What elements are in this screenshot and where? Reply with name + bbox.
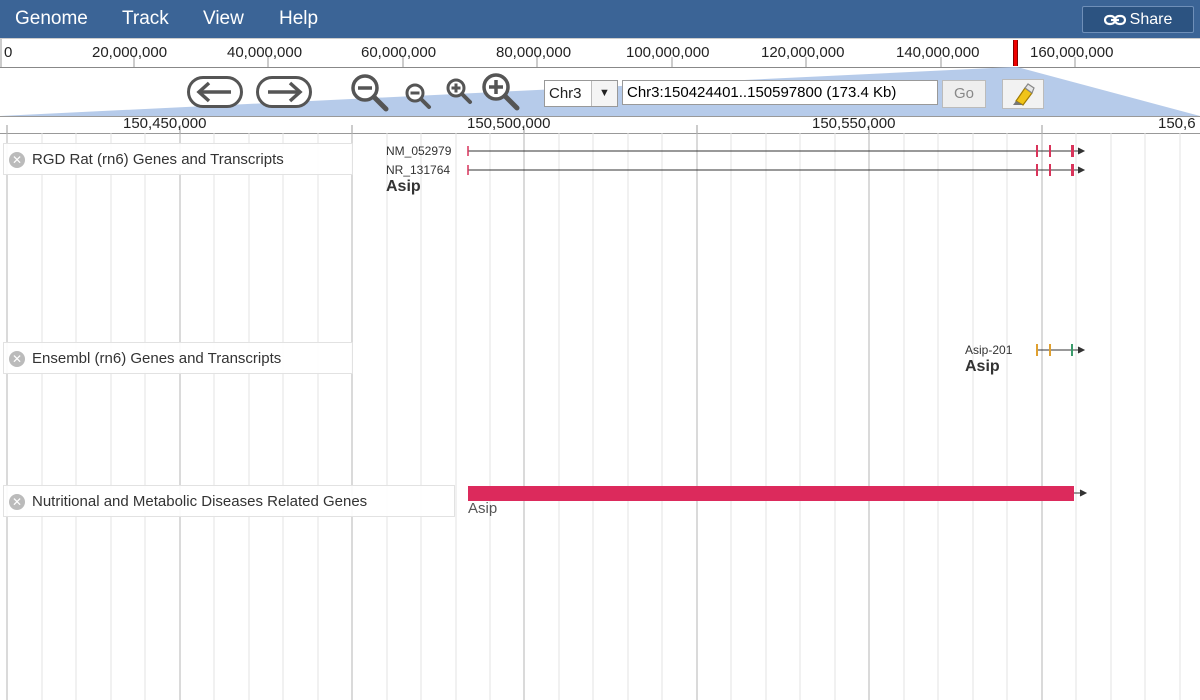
overview-tick-label: 0 [4, 44, 13, 61]
detail-tick-label: 150,550,000 [812, 115, 896, 132]
zoom-out-icon [405, 83, 431, 109]
transcript-label: NR_131764 [386, 163, 451, 177]
highlighter-icon [1013, 83, 1035, 106]
close-icon[interactable]: ✕ [9, 351, 25, 367]
chevron-down-icon: ▼ [591, 81, 617, 106]
pan-right-button[interactable] [256, 76, 312, 113]
track-label-disease[interactable]: ✕ Nutritional and Metabolic Diseases Rel… [3, 485, 455, 517]
detail-ruler: 150,450,000 150,500,000 150,550,000 150,… [0, 115, 1200, 134]
detail-tick-label: 150,450,000 [123, 115, 207, 132]
menu-genome[interactable]: Genome [15, 0, 88, 38]
overview-tick-label: 60,000,000 [361, 44, 437, 61]
transcript-nr-131764[interactable] [467, 164, 1086, 176]
transcript-label: NM_052979 [386, 144, 452, 158]
gene-label: Asip [386, 178, 421, 195]
highlight-button[interactable] [1002, 79, 1044, 109]
menu-view[interactable]: View [203, 0, 244, 38]
zoom-out-small-button[interactable] [403, 82, 433, 115]
share-label: Share [1129, 11, 1173, 28]
transcript-label: Asip-201 [965, 343, 1013, 357]
transcript-asip-201[interactable] [1036, 344, 1086, 356]
overview-tick-label: 160,000,000 [1030, 44, 1114, 61]
detail-tick-label: 150,500,000 [467, 115, 551, 132]
transcript-nm-052979[interactable] [467, 145, 1086, 157]
overview-tick-label: 80,000,000 [496, 44, 572, 61]
overview-tick-label: 40,000,000 [227, 44, 303, 61]
gene-label: Asip [965, 358, 1000, 375]
overview-ruler[interactable]: 0 20,000,000 40,000,000 60,000,000 80,00… [0, 38, 1200, 68]
grid-lines [6, 133, 1181, 700]
chromosome-value: Chr3 [549, 85, 582, 102]
overview-location-marker[interactable] [1013, 40, 1018, 66]
overview-tick-label: 20,000,000 [92, 44, 168, 61]
zoom-in-icon [482, 73, 520, 111]
location-input[interactable] [622, 80, 938, 105]
track-title: RGD Rat (rn6) Genes and Transcripts [32, 151, 284, 168]
detail-tick-label: 150,6 [1158, 115, 1196, 132]
arrow-left-icon [187, 76, 243, 108]
zoom-in-large-button[interactable] [480, 72, 522, 117]
pan-left-button[interactable] [187, 76, 243, 113]
zoom-in-icon [446, 78, 472, 104]
link-icon [1103, 14, 1126, 26]
chromosome-select[interactable]: Chr3 ▼ [544, 80, 618, 107]
menu-bar: Genome Track View Help Share [0, 0, 1200, 38]
overview-tick-label: 120,000,000 [761, 44, 845, 61]
track-title: Nutritional and Metabolic Diseases Relat… [32, 493, 368, 510]
track-area[interactable]: ✕ RGD Rat (rn6) Genes and Transcripts NM… [0, 133, 1200, 700]
feature-asip-disease[interactable] [468, 486, 1088, 501]
zoom-in-small-button[interactable] [444, 77, 474, 110]
menu-help[interactable]: Help [279, 0, 318, 38]
go-button[interactable]: Go [942, 80, 986, 108]
zoom-out-icon [351, 74, 389, 112]
overview-tick-label: 100,000,000 [626, 44, 710, 61]
close-icon[interactable]: ✕ [9, 152, 25, 168]
arrow-right-icon [256, 76, 312, 108]
zoom-out-large-button[interactable] [349, 73, 391, 118]
share-button[interactable]: Share [1082, 6, 1194, 33]
track-label-ensembl[interactable]: ✕ Ensembl (rn6) Genes and Transcripts [3, 342, 353, 374]
overview-tick-label: 140,000,000 [896, 44, 980, 61]
track-label-rgd[interactable]: ✕ RGD Rat (rn6) Genes and Transcripts [3, 143, 353, 175]
overview-ticks [0, 39, 1076, 67]
close-icon[interactable]: ✕ [9, 494, 25, 510]
feature-label: Asip [468, 500, 498, 517]
menu-track[interactable]: Track [122, 0, 169, 38]
track-title: Ensembl (rn6) Genes and Transcripts [32, 350, 282, 367]
